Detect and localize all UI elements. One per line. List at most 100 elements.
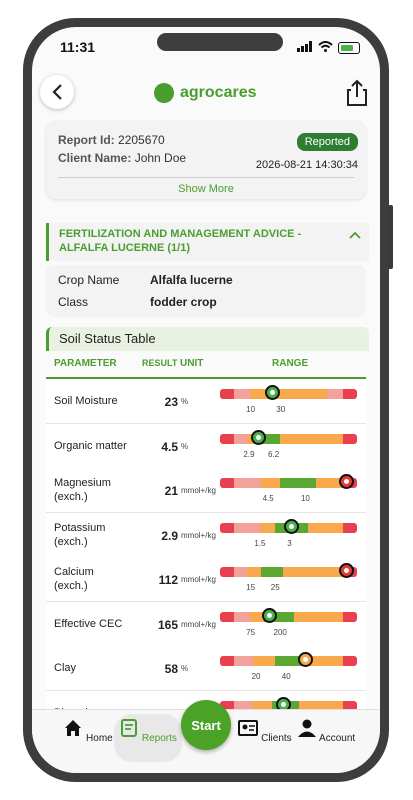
advice-section-header[interactable]: FERTILIZATION AND MANAGEMENT ADVICE - AL… (46, 223, 369, 261)
range-segment (220, 433, 234, 444)
nav-account[interactable]: Account (296, 718, 356, 744)
range-tick-label: 10 (246, 405, 256, 414)
show-more-link[interactable]: Show More (46, 183, 366, 195)
crop-class-value: fodder crop (150, 295, 217, 309)
range-bar (220, 567, 357, 577)
parameter-name: Calcium (exch.) (54, 566, 94, 592)
crop-info-card: Crop Name Alfalfa lucerne Class fodder c… (46, 265, 366, 317)
result-marker (265, 385, 281, 400)
parameter-name: Soil Moisture (54, 395, 118, 407)
nav-home[interactable]: Home (58, 718, 118, 744)
range-bar (220, 433, 357, 444)
share-icon[interactable] (344, 79, 370, 107)
result-value: 2.9 (161, 528, 178, 543)
nav-clients-label: Clients (261, 733, 292, 744)
unit-label: mmol+/kg (181, 619, 216, 629)
range-tick-label: 6.2 (268, 449, 280, 459)
result-value: 23 (164, 395, 178, 409)
signal-icon (297, 39, 313, 57)
chevron-up-icon[interactable] (349, 231, 361, 239)
divider (58, 177, 354, 178)
parameter-name: Effective CEC (54, 617, 123, 630)
range-segment (261, 478, 281, 488)
advice-title: FERTILIZATION AND MANAGEMENT ADVICE - AL… (59, 228, 302, 254)
client-name-row: Client Name: John Doe (58, 151, 186, 165)
result-marker (262, 607, 278, 623)
app-header: agrocares (32, 75, 380, 115)
soil-table-title: Soil Status Table (59, 331, 156, 346)
range-segment (343, 433, 357, 444)
status-icons (297, 39, 360, 57)
range-segment (220, 611, 234, 622)
range-segment (307, 522, 344, 533)
range-segment (247, 567, 262, 577)
result-marker (339, 474, 355, 489)
status-badge: Reported (296, 133, 358, 151)
client-name-label: Client Name: (58, 151, 132, 165)
range-bar (220, 656, 357, 666)
range-segment (233, 611, 251, 622)
report-summary-card: Report Id: 2205670 Client Name: John Doe… (46, 121, 366, 199)
wifi-icon (318, 39, 333, 57)
crop-name-value: Alfalfa lucerne (150, 273, 233, 287)
client-name-value: John Doe (134, 151, 187, 165)
range-segment (252, 656, 275, 666)
report-id-row: Report Id: 2205670 (58, 133, 165, 147)
unit-label: % (181, 664, 189, 673)
id-card-icon (238, 720, 259, 736)
range-segment (233, 433, 248, 444)
bottom-nav: Home Reports Start Clients Account (32, 700, 380, 773)
range-segment (261, 567, 283, 577)
leaf-icon (154, 83, 174, 103)
report-id-value: 2205670 (118, 133, 165, 147)
nav-clients[interactable]: Clients (235, 718, 295, 744)
unit-label: mmol+/kg (181, 575, 216, 584)
notch (157, 33, 283, 51)
column-header-parameter: PARAMETER (54, 358, 117, 369)
range-segment (220, 567, 234, 577)
result-marker (284, 518, 300, 534)
nav-reports[interactable]: Reports (114, 714, 182, 762)
parameter-name: Potassium (exch.) (54, 521, 106, 548)
unit-label: % (181, 441, 189, 451)
range-segment (343, 522, 357, 533)
range-tick-label: 75 (246, 627, 256, 637)
unit-label: % (181, 397, 189, 406)
range-segment (233, 389, 251, 399)
range-segment (233, 522, 262, 533)
back-button[interactable] (40, 75, 74, 109)
range-tick-label: 4.5 (262, 494, 274, 503)
range-bar (220, 478, 357, 488)
parameter-name: Clay (54, 662, 77, 674)
result-marker (251, 429, 267, 445)
table-row: Calcium (exch.) 112 mmol+/kg 15 25 (46, 557, 366, 602)
range-segment (282, 567, 344, 577)
range-segment (343, 389, 357, 399)
soil-table-header: Soil Status Table (46, 327, 369, 351)
nav-account-label: Account (319, 733, 356, 744)
range-tick-label: 200 (273, 627, 287, 637)
range-segment (220, 522, 234, 533)
range-segment (343, 611, 357, 622)
start-button[interactable]: Start (181, 700, 231, 750)
range-tick-label: 40 (281, 672, 291, 681)
result-value: 112 (158, 573, 178, 587)
result-value: 21 (164, 484, 178, 498)
range-bar (220, 611, 357, 622)
column-header-range: RANGE (272, 358, 309, 369)
range-tick-label: 2.9 (243, 449, 255, 459)
result-value: 58 (164, 662, 178, 676)
table-row: Clay 58% 20 40 (46, 646, 366, 691)
crop-class-label: Class (58, 295, 89, 309)
status-time: 11:31 (60, 39, 96, 55)
range-tick-label: 1.5 (254, 538, 266, 548)
table-row: Soil Moisture 23% 10 30 (46, 379, 366, 424)
brand-logo: agrocares (154, 83, 257, 103)
result-value: 165 (157, 617, 178, 632)
unit-label: mmol+/kg (181, 530, 216, 540)
range-segment (280, 433, 344, 444)
result-marker (297, 652, 313, 667)
table-row: Effective CEC 165 mmol+/kg 75 200 (46, 601, 366, 647)
phone-side-button (388, 205, 393, 269)
user-icon (297, 719, 316, 737)
